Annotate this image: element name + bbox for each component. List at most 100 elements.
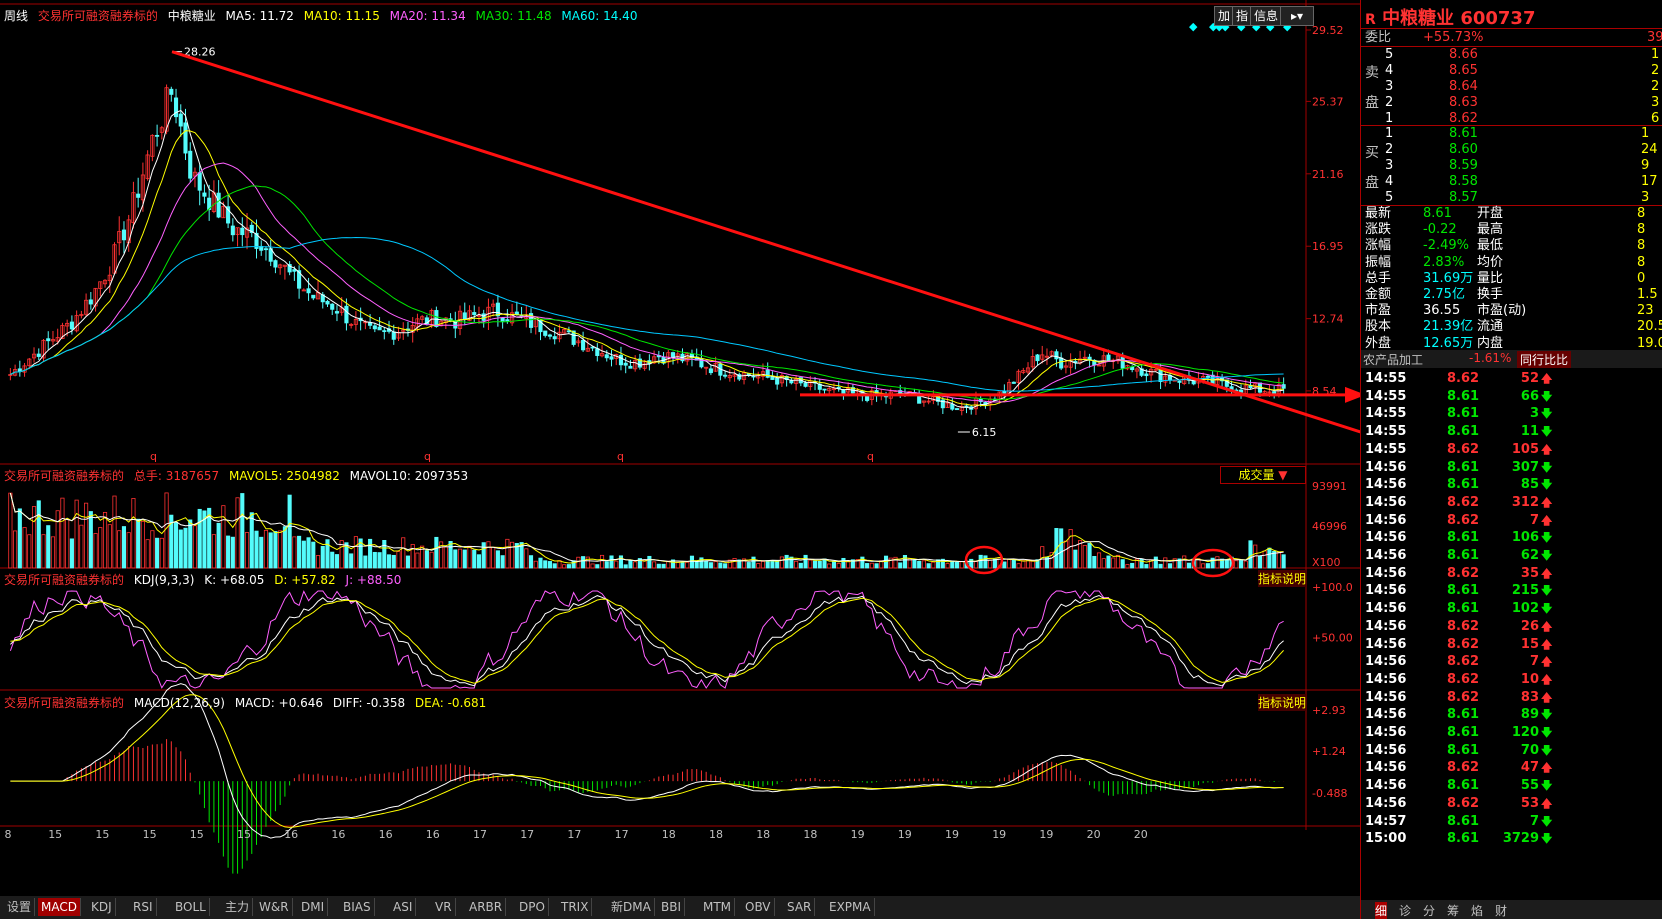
tick-time: 14:56 bbox=[1365, 742, 1407, 758]
tab-bias[interactable]: BIAS bbox=[340, 898, 375, 916]
volume-dropdown[interactable]: 成交量 ▼ bbox=[1220, 466, 1306, 484]
tab-boll[interactable]: BOLL bbox=[172, 898, 210, 916]
volume-bar bbox=[1073, 549, 1078, 569]
candle-body bbox=[178, 113, 183, 127]
candle-body bbox=[628, 365, 633, 369]
tick-price: 8.61 bbox=[1447, 477, 1480, 493]
tab-rsi[interactable]: RSI bbox=[130, 898, 157, 916]
quote-title: R 中粮糖业 600737 bbox=[1365, 4, 1535, 30]
volume-bar bbox=[898, 562, 903, 569]
tick-volume: 47 bbox=[1520, 760, 1539, 776]
chart-area[interactable]: 29.52 25.37 21.16 16.95 12.74 8.54 28.26 6.15 q q… bbox=[0, 0, 1396, 900]
price-axis-label: 29.52 bbox=[1312, 24, 1344, 37]
indicator-button[interactable]: 指 bbox=[1232, 6, 1253, 26]
tab-dpo[interactable]: DPO bbox=[516, 898, 549, 916]
compare-button[interactable]: 同行比比 bbox=[1517, 351, 1572, 368]
macd-axis-label: +2.93 bbox=[1312, 704, 1346, 717]
stat-row: 最新 8.61 开盘 8 bbox=[1361, 206, 1662, 222]
weibi-value: +55.73% bbox=[1423, 30, 1484, 45]
candle-body bbox=[155, 134, 160, 137]
tick-row: 14:56 8.62 7 🡅 bbox=[1361, 653, 1662, 671]
ask-row: 3 8.64 2 bbox=[1361, 79, 1662, 95]
tab-sar[interactable]: SAR bbox=[784, 898, 816, 916]
volume-bar bbox=[988, 559, 993, 569]
menu-arrow-icon[interactable]: ▸▾ bbox=[1280, 6, 1314, 26]
volume-bar bbox=[93, 533, 98, 569]
tick-price: 8.61 bbox=[1447, 530, 1480, 546]
volume-bar bbox=[429, 551, 434, 569]
kdj-help-button[interactable]: 指标说明 bbox=[1258, 570, 1307, 587]
tab-mtm[interactable]: MTM bbox=[700, 898, 736, 916]
volume-bar bbox=[510, 541, 515, 569]
ma30-label: MA30: 11.48 bbox=[475, 9, 552, 23]
tick-price: 8.61 bbox=[1447, 725, 1480, 740]
tick-volume: 15 bbox=[1520, 636, 1539, 652]
tick-volume: 11 bbox=[1520, 424, 1539, 440]
volume-bar bbox=[244, 532, 250, 569]
tick-time: 14:56 bbox=[1365, 583, 1407, 599]
stat-label: 涨幅 bbox=[1365, 238, 1392, 254]
quote-tab[interactable]: 筹 bbox=[1447, 902, 1459, 919]
tick-row: 14:56 8.62 53 🡅 bbox=[1361, 795, 1662, 813]
tick-time: 14:56 bbox=[1365, 601, 1407, 617]
volume-bar bbox=[353, 536, 358, 569]
quote-tab[interactable]: 细 bbox=[1375, 902, 1388, 919]
stock-title: 中粮糖业 600737 bbox=[1382, 8, 1536, 29]
x-axis-label: 8 bbox=[5, 828, 12, 841]
tab-obv[interactable]: OBV bbox=[742, 898, 775, 916]
arrow-down-icon: 🡇 bbox=[1541, 779, 1553, 793]
tab-bbi[interactable]: BBI bbox=[658, 898, 686, 916]
x-axis-label: 20 bbox=[1087, 828, 1101, 841]
volume-bar bbox=[98, 527, 103, 569]
tab-asi[interactable]: ASI bbox=[390, 898, 417, 916]
tab-wr[interactable]: W&R bbox=[256, 898, 293, 916]
tab-[interactable]: 主力 bbox=[222, 898, 254, 916]
stock-name: 中粮糖业 bbox=[167, 9, 216, 23]
tick-row: 14:56 8.62 26 🡅 bbox=[1361, 618, 1662, 636]
quote-tab[interactable]: 焰 bbox=[1471, 902, 1483, 919]
tab-dma[interactable]: 新DMA bbox=[608, 898, 655, 916]
tab-macd[interactable]: MACD bbox=[38, 898, 81, 916]
volume-source: 交易所可融资融券标的 bbox=[4, 469, 125, 483]
add-button[interactable]: 加 bbox=[1214, 6, 1235, 26]
volume-bar bbox=[249, 512, 254, 569]
tab-expma[interactable]: EXPMA bbox=[826, 898, 875, 916]
candle-body bbox=[865, 395, 870, 401]
industry-row: 农产品加工 -1.61% 同行比比 bbox=[1361, 350, 1662, 368]
kdj-d: D: +57.82 bbox=[274, 573, 336, 587]
quote-tab[interactable]: 分 bbox=[1423, 902, 1435, 919]
ma60-line bbox=[10, 236, 1284, 392]
tab-[interactable]: 设置 bbox=[4, 898, 36, 916]
tab-trix[interactable]: TRIX bbox=[558, 898, 593, 916]
ask-row: 1 8.62 6 bbox=[1361, 111, 1662, 127]
tab-dmi[interactable]: DMI bbox=[298, 898, 329, 916]
tick-row: 14:57 8.61 7 🡇 bbox=[1361, 813, 1662, 831]
stat-label2: 换手 bbox=[1477, 287, 1504, 302]
info-button[interactable]: 信息 bbox=[1250, 6, 1283, 26]
volume-bar bbox=[1092, 556, 1097, 569]
tab-kdj[interactable]: KDJ bbox=[88, 898, 116, 916]
volume-bar bbox=[1011, 559, 1016, 569]
arrow-down-icon: 🡇 bbox=[1541, 478, 1553, 492]
volume-bar bbox=[311, 541, 316, 569]
chart-svg[interactable]: 29.5225.3721.1616.9512.748.5428.266.15q q… bbox=[0, 0, 1396, 900]
stat-label2: 开盘 bbox=[1477, 206, 1504, 221]
macd-help-button[interactable]: 指标说明 bbox=[1258, 694, 1307, 711]
tick-price: 8.62 bbox=[1447, 636, 1480, 652]
tab-vr[interactable]: VR bbox=[432, 898, 456, 916]
tick-volume: 10 bbox=[1520, 671, 1539, 687]
stat-value2: 8 bbox=[1637, 222, 1646, 238]
volume-bar bbox=[491, 546, 496, 569]
volume-bar bbox=[259, 536, 264, 569]
candle-body bbox=[344, 305, 349, 324]
volume-bar bbox=[524, 548, 529, 569]
candle-body bbox=[1120, 356, 1125, 369]
tick-time: 14:56 bbox=[1365, 795, 1407, 811]
quote-tab[interactable]: 诊 bbox=[1399, 902, 1411, 919]
tick-row: 14:55 8.61 3 🡇 bbox=[1361, 405, 1662, 423]
quote-tab[interactable]: 财 bbox=[1495, 902, 1507, 919]
tab-arbr[interactable]: ARBR bbox=[466, 898, 507, 916]
stat-label: 金额 bbox=[1365, 287, 1392, 302]
tick-volume: 26 bbox=[1520, 618, 1539, 634]
ask-level: 5 bbox=[1385, 47, 1394, 62]
